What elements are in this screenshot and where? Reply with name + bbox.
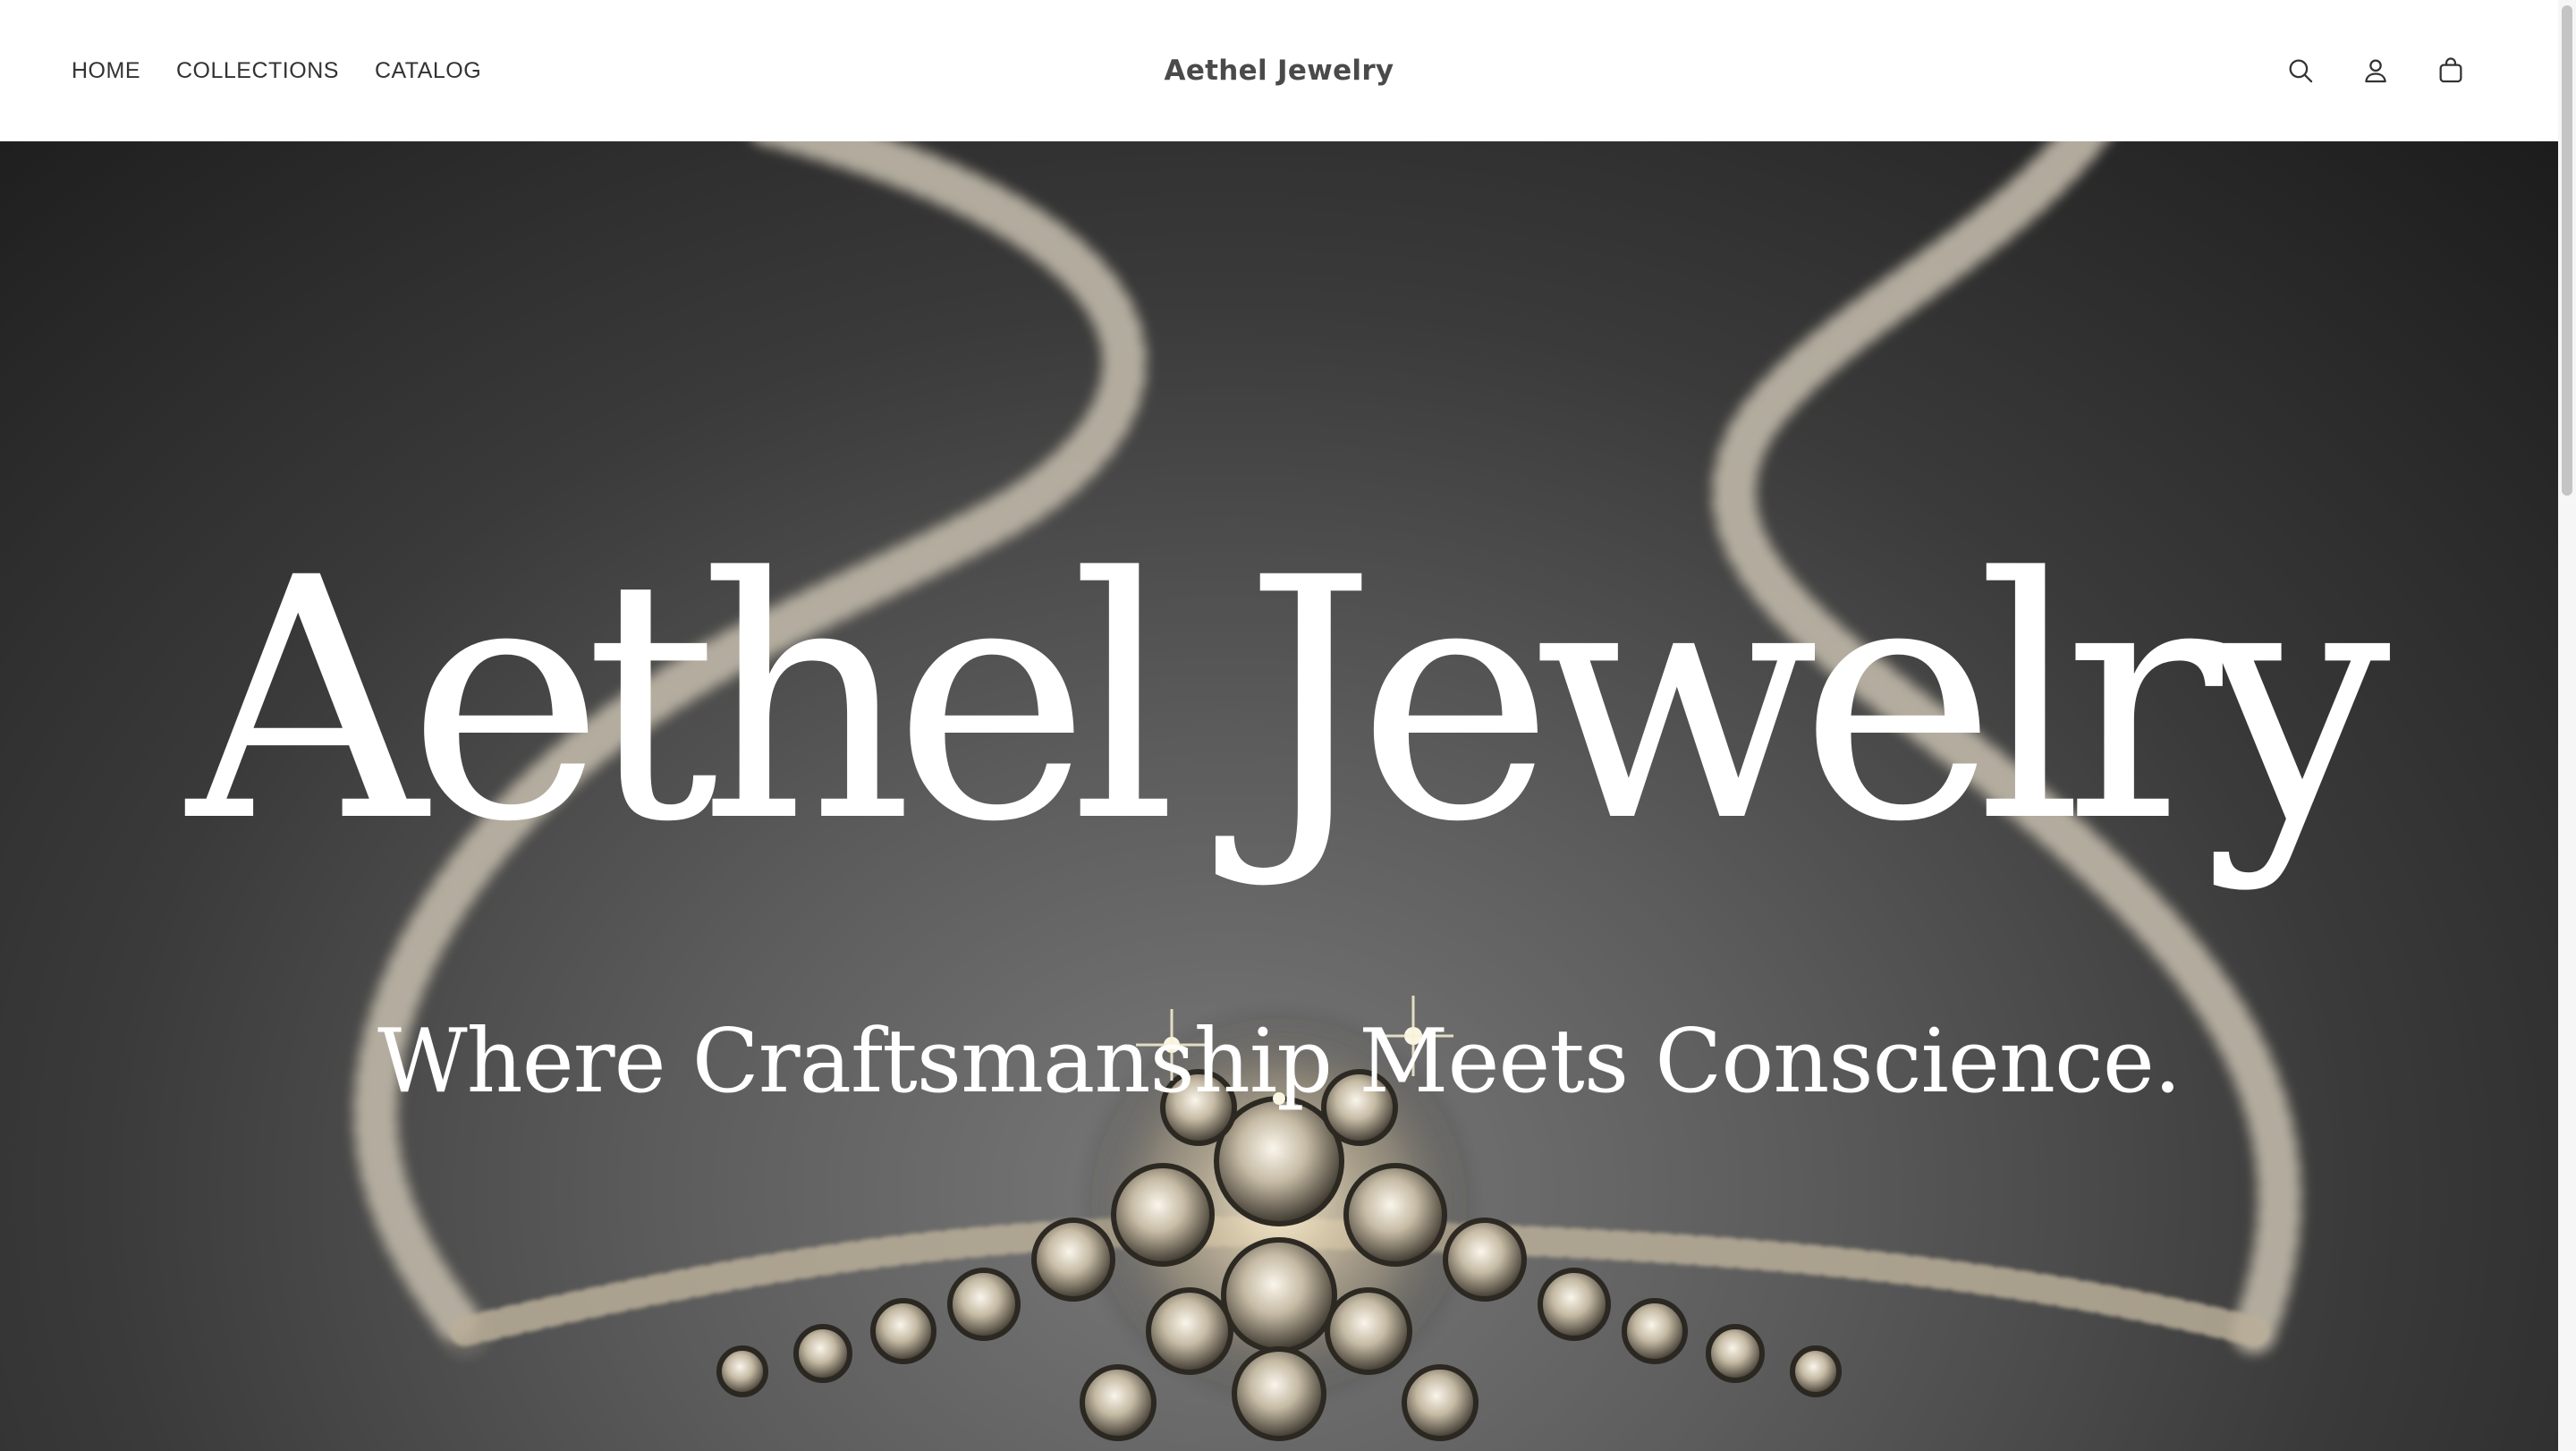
main-nav: HOME COLLECTIONS CATALOG: [72, 0, 481, 141]
nav-collections-link[interactable]: COLLECTIONS: [176, 58, 339, 84]
hero-banner: Aethel Jewelry Where Craftsmanship Meets…: [0, 141, 2558, 1451]
hero-title: Aethel Jewelry: [186, 507, 2391, 895]
page-scrollbar[interactable]: [2558, 0, 2576, 1451]
nav-catalog-link[interactable]: CATALOG: [375, 58, 481, 84]
account-button[interactable]: [2358, 53, 2394, 89]
scrollbar-thumb[interactable]: [2562, 5, 2572, 496]
cart-button[interactable]: [2433, 53, 2469, 89]
header-actions: [2283, 0, 2469, 141]
page: HOME COLLECTIONS CATALOG Aethel Jewelry: [0, 0, 2576, 1451]
nav-home-link[interactable]: HOME: [72, 58, 140, 84]
hero-subtitle: Where Craftsmanship Meets Conscience.: [377, 1011, 2182, 1113]
brand-logo[interactable]: Aethel Jewelry: [1165, 55, 1394, 87]
search-button[interactable]: [2283, 53, 2318, 89]
search-icon: [2289, 59, 2313, 83]
cart-icon: [2439, 57, 2462, 83]
site-header: HOME COLLECTIONS CATALOG Aethel Jewelry: [0, 0, 2558, 141]
account-icon: [2365, 59, 2386, 83]
